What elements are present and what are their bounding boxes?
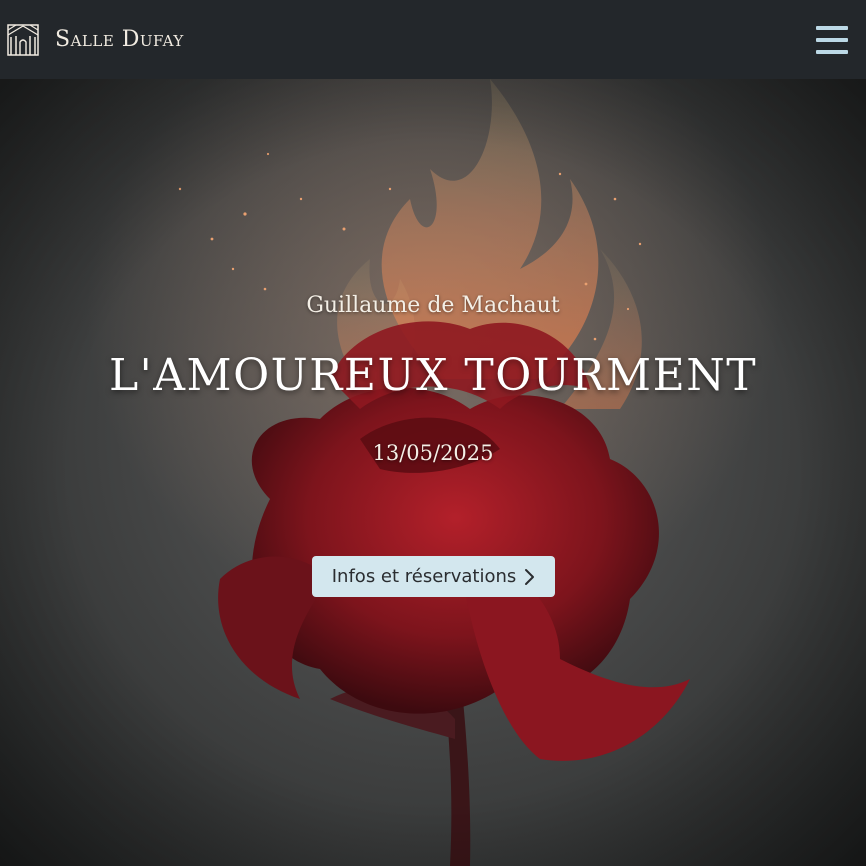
concert-title: L'AMOUREUX TOURMENT	[108, 350, 758, 401]
brand-name: Salle Dufay	[55, 27, 184, 52]
menu-bar-middle	[816, 37, 848, 42]
info-reservations-label: Infos et réservations	[331, 566, 517, 587]
hamburger-menu-icon[interactable]	[816, 25, 848, 54]
concert-date: 13/05/2025	[372, 441, 494, 465]
composer-name: Guillaume de Machaut	[306, 293, 560, 318]
hero-banner: Guillaume de Machaut L'AMOUREUX TOURMENT…	[0, 79, 866, 866]
menu-bar-top	[816, 25, 848, 30]
hero-content: Guillaume de Machaut L'AMOUREUX TOURMENT…	[0, 79, 866, 866]
menu-bar-bottom	[816, 49, 848, 54]
top-navbar: Salle Dufay	[0, 0, 866, 79]
chevron-right-icon	[525, 568, 535, 585]
concert-hall-facade-icon	[7, 23, 39, 56]
brand-link[interactable]: Salle Dufay	[7, 23, 184, 56]
info-reservations-button[interactable]: Infos et réservations	[312, 556, 555, 597]
